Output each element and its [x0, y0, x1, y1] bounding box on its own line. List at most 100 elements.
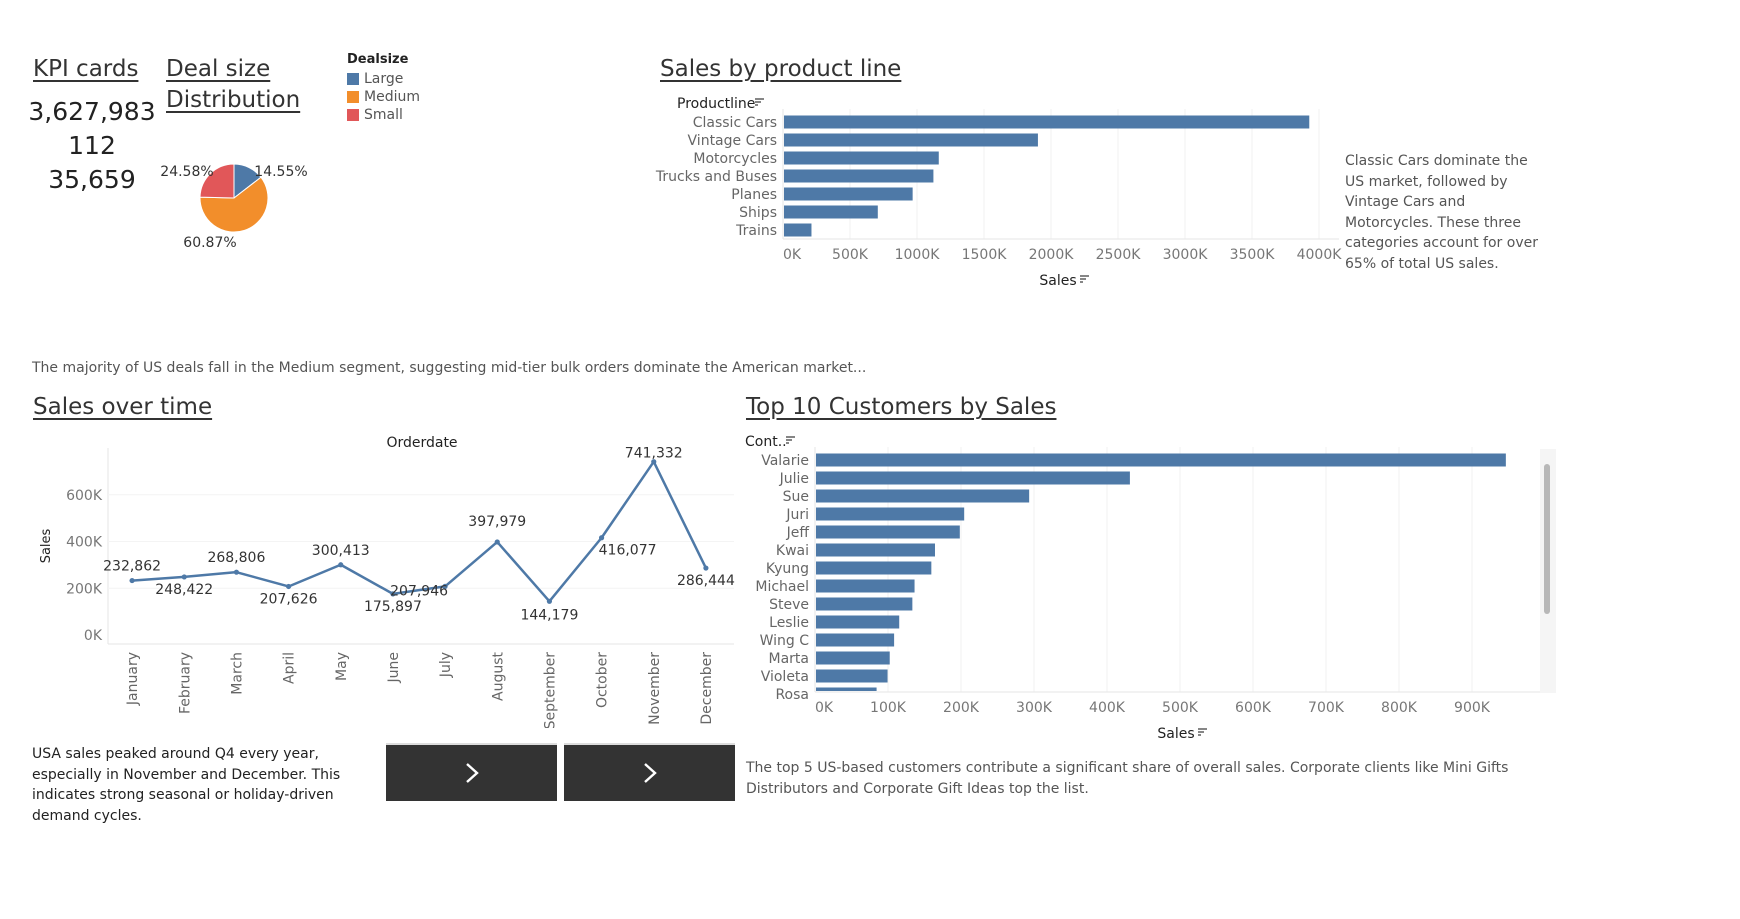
data-point-january — [129, 577, 135, 584]
legend-item-large[interactable]: Large — [347, 71, 420, 87]
kpi-order-count: 112 — [68, 131, 116, 160]
x-tick-label: 1500K — [962, 247, 1008, 263]
bar-vintage-cars — [784, 133, 1038, 147]
time-heading: Sales over time — [33, 394, 213, 420]
x-tick-label: 500K — [1162, 700, 1199, 716]
bar-kwai — [816, 543, 935, 557]
category-label: Trains — [735, 223, 777, 239]
bar-ships — [784, 205, 878, 219]
category-label: Ships — [739, 205, 777, 221]
chevron-right-icon — [643, 763, 657, 783]
product-note: Classic Cars dominate the US market, fol… — [1345, 153, 1538, 272]
chevron-right-icon — [465, 763, 479, 783]
legend-swatch-medium — [347, 91, 359, 103]
x-axis-title: Sales — [1039, 273, 1076, 289]
bar-planes — [784, 187, 913, 201]
x-tick-label: 700K — [1308, 700, 1345, 716]
category-label: Trucks and Buses — [655, 169, 777, 185]
category-label: Leslie — [769, 615, 809, 631]
bar-jeff — [816, 525, 960, 539]
pie-label-large: 14.55% — [254, 164, 307, 180]
category-label: Julie — [779, 471, 809, 487]
bar-trucks-and-buses — [784, 169, 934, 183]
category-header: Productline — [677, 96, 755, 112]
data-label: 207,946 — [390, 583, 448, 599]
x-tick-label: February — [177, 652, 193, 714]
deal-note: The majority of US deals fall in the Med… — [32, 360, 867, 376]
sales-line — [131, 460, 708, 603]
x-tick-label: March — [229, 652, 245, 695]
legend-item-small[interactable]: Small — [347, 107, 420, 123]
x-tick-label: November — [647, 652, 663, 725]
data-label: 268,806 — [207, 550, 265, 566]
category-label: Kyung — [766, 561, 809, 577]
scrollbar-thumb[interactable] — [1544, 464, 1550, 614]
category-label: Wing C — [760, 633, 810, 649]
x-tick-label: 400K — [1089, 700, 1126, 716]
x-tick-label: 4000K — [1297, 247, 1343, 263]
x-tick-label: January — [125, 652, 141, 706]
data-point-may — [338, 562, 344, 568]
x-tick-label: September — [542, 652, 558, 728]
sort-icon — [755, 98, 764, 106]
data-point-august — [494, 539, 500, 545]
sort-icon — [1198, 728, 1207, 736]
product-line-bar-chart: Productline Classic Cars Vintage Cars Motor… — [655, 96, 1343, 289]
deal-size-heading-line1: Deal size — [166, 56, 271, 82]
x-tick-label: December — [699, 652, 715, 725]
y-axis-title: Sales — [39, 528, 54, 563]
bar-marta — [816, 651, 890, 665]
top-customers-bar-chart: Cont.. Valarie Julie Sue Juri Jeff Kwai Kyung Mi… — [745, 434, 1540, 742]
customer-chart-scrollbar[interactable] — [1540, 449, 1556, 693]
sort-icon — [786, 436, 795, 444]
data-point-october — [598, 535, 605, 541]
bar-motorcycles — [784, 151, 939, 165]
data-label: 144,179 — [520, 607, 578, 623]
x-tick-label: June — [386, 652, 402, 684]
deal-size-heading-line2: Distribution — [166, 87, 301, 113]
bar-sue — [816, 489, 1030, 503]
y-tick-label: 0K — [84, 628, 103, 644]
kpi-total-sales: 3,627,983 — [28, 97, 156, 126]
bar-valarie — [816, 453, 1506, 467]
kpi-heading: KPI cards — [33, 56, 139, 82]
x-tick-label: October — [595, 652, 611, 708]
time-note: USA sales peaked around Q4 every year, e… — [32, 746, 341, 824]
sales-over-time-line-chart: Orderdate Sales 0K 200K 400K 600K 232,862 Janua… — [39, 435, 735, 728]
bar-steve — [816, 597, 913, 611]
bar-michael — [816, 579, 915, 593]
bar-rosa — [816, 687, 877, 691]
data-label: 248,422 — [155, 582, 213, 598]
customers-heading: Top 10 Customers by Sales — [746, 394, 1057, 420]
legend-item-medium[interactable]: Medium — [347, 89, 420, 105]
next-button[interactable] — [564, 743, 735, 801]
bar-leslie — [816, 615, 900, 629]
category-label: Sue — [783, 489, 809, 505]
category-label: Motorcycles — [693, 151, 777, 167]
legend-label-large: Large — [364, 71, 404, 87]
legend-label-medium: Medium — [364, 89, 420, 105]
category-label: Jeff — [786, 525, 810, 541]
previous-button[interactable] — [386, 743, 557, 801]
legend-swatch-large — [347, 73, 359, 85]
bar-julie — [816, 471, 1130, 485]
bar-juri — [816, 507, 965, 521]
data-label: 175,897 — [364, 599, 422, 615]
category-label: Steve — [769, 597, 809, 613]
category-label: Juri — [785, 507, 809, 523]
pie-label-small: 24.58% — [160, 164, 213, 180]
y-tick-label: 400K — [66, 535, 103, 551]
category-label: Kwai — [776, 543, 809, 559]
x-tick-label: 900K — [1454, 700, 1491, 716]
data-point-september — [546, 598, 553, 604]
category-label: Rosa — [775, 687, 809, 703]
x-tick-label: 2500K — [1096, 247, 1142, 263]
x-tick-label: August — [490, 651, 506, 701]
data-point-april — [285, 583, 292, 590]
category-header: Cont.. — [745, 434, 787, 450]
x-tick-label: 2000K — [1029, 247, 1075, 263]
x-tick-label: 0K — [783, 247, 802, 263]
category-label: Marta — [769, 651, 809, 667]
x-tick-label: July — [438, 652, 454, 678]
bar-violeta — [816, 669, 888, 683]
